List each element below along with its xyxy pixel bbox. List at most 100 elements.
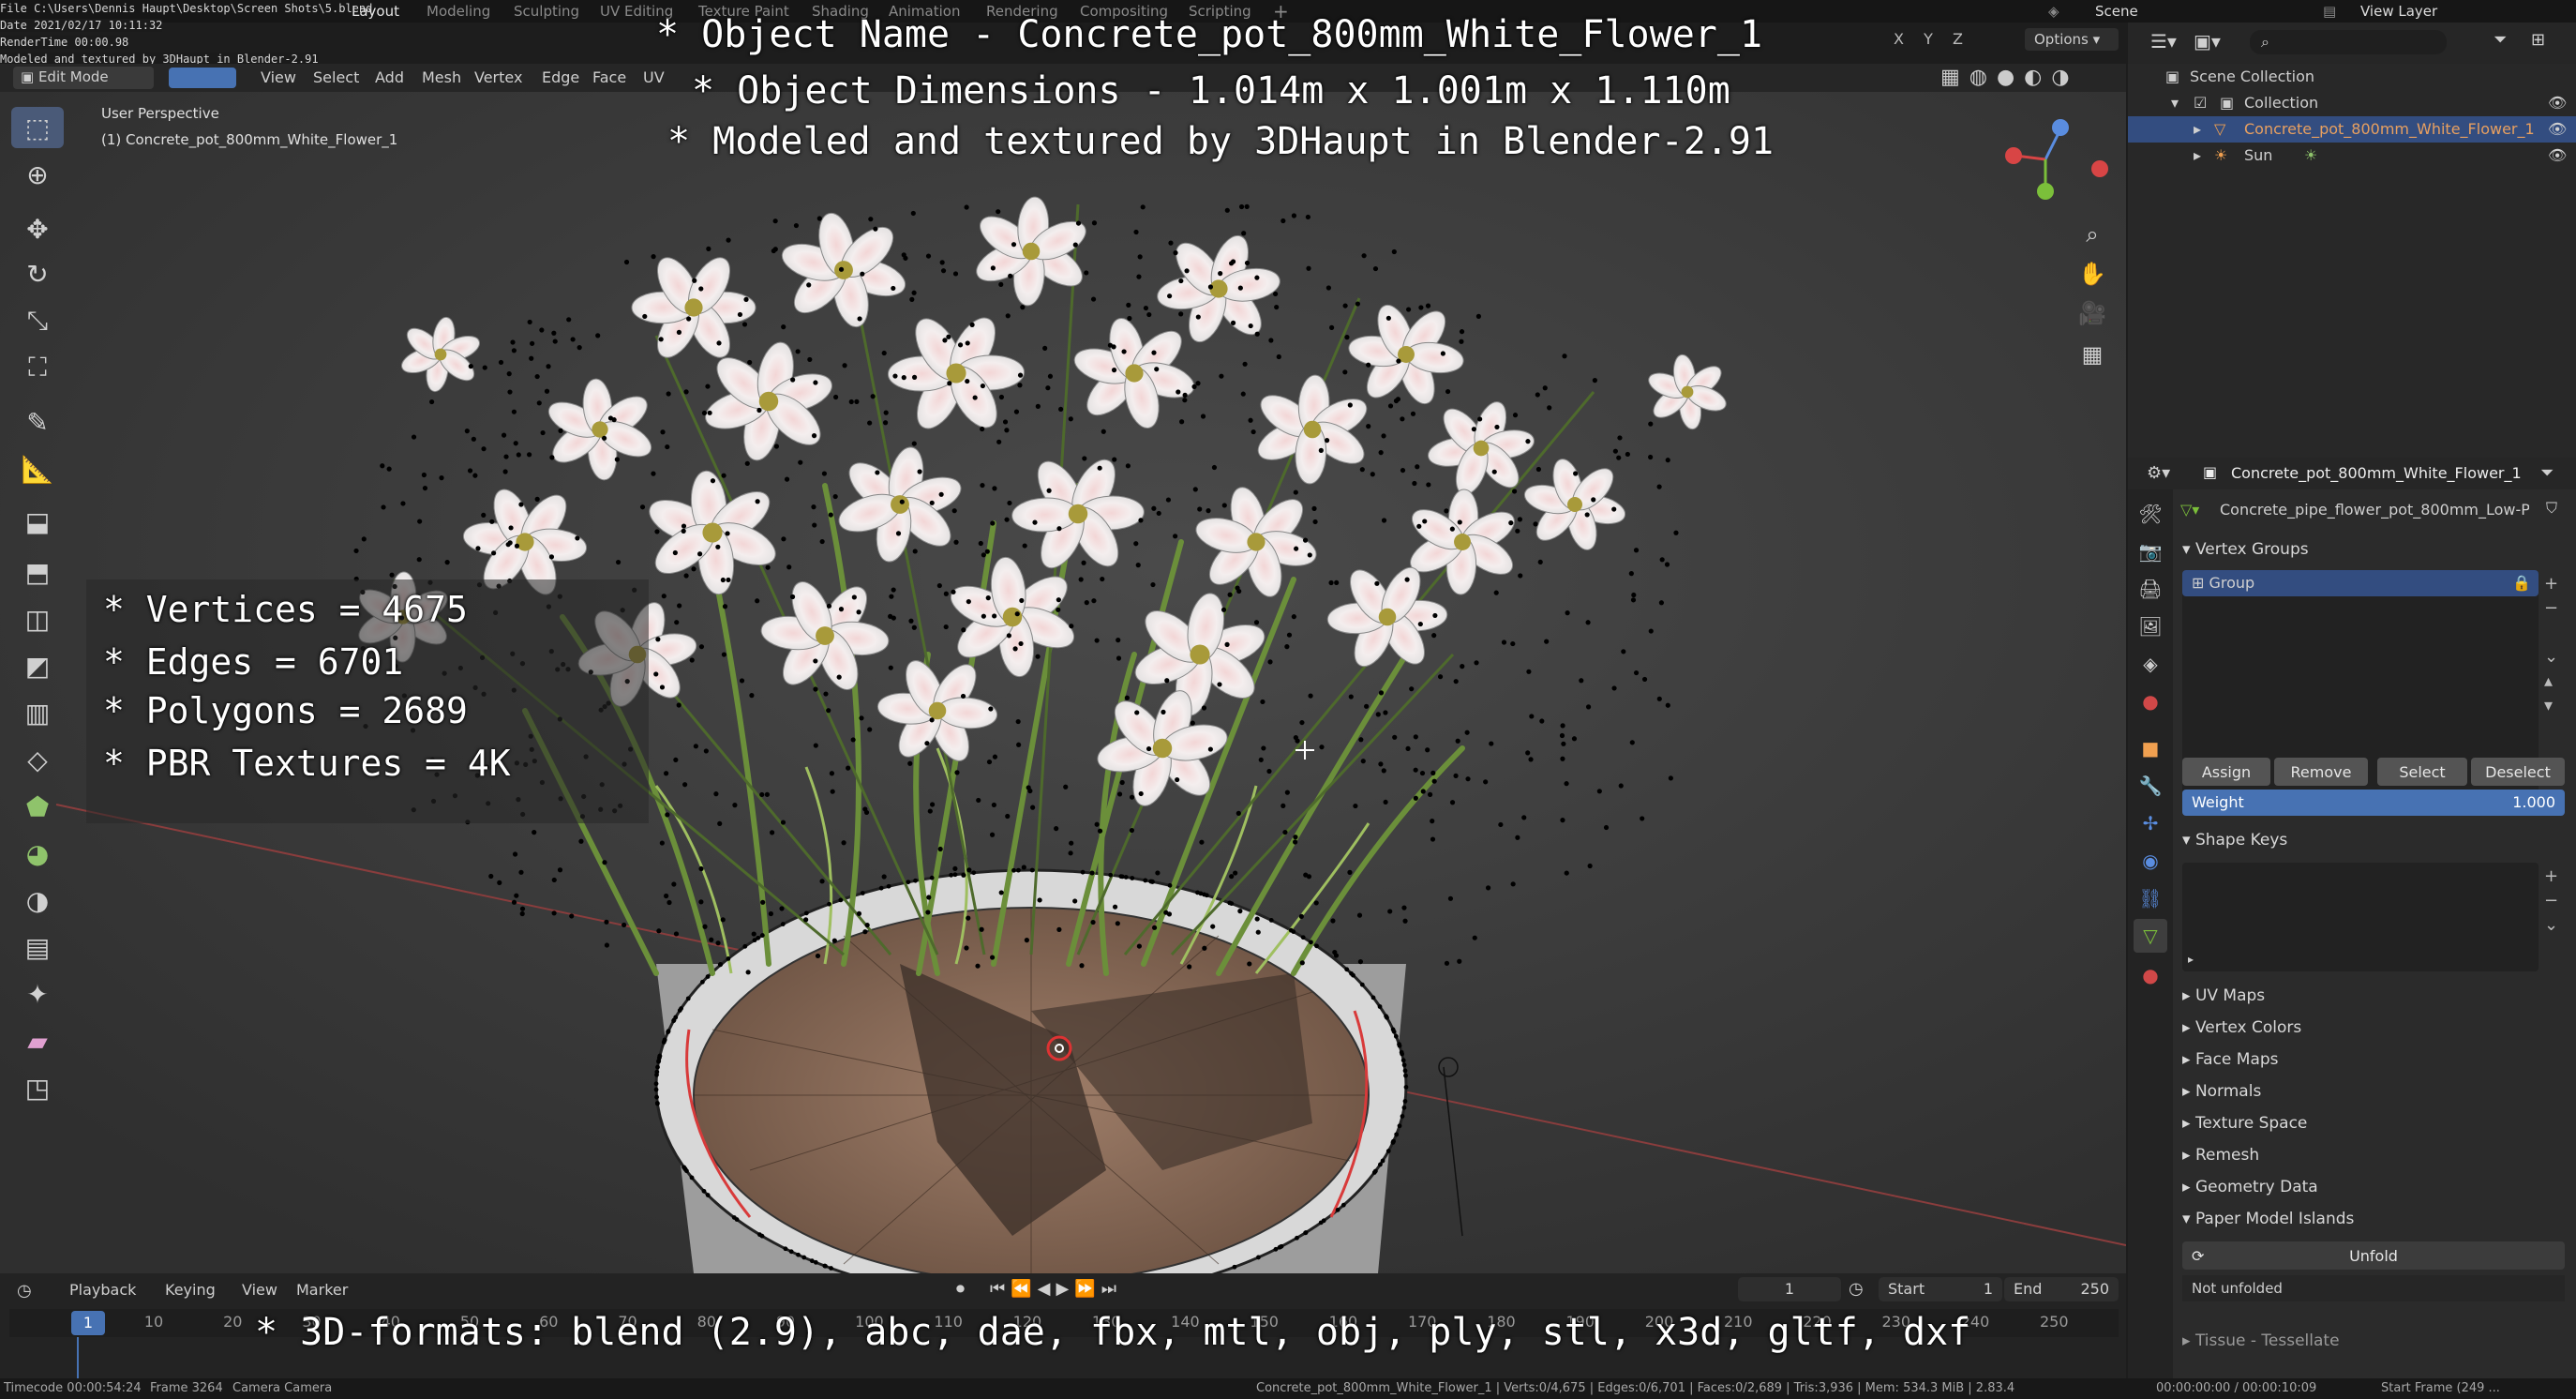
new-collection-icon[interactable]: ⊞ — [2531, 30, 2545, 50]
current-frame-field[interactable]: 1 — [1738, 1277, 1841, 1301]
display-mode-icon[interactable]: ☰▾ — [2150, 30, 2177, 53]
shading-buttons[interactable]: ▦◍●◐◑ — [1940, 66, 2079, 89]
vertex-groups-panel-header[interactable]: ▾ Vertex Groups — [2182, 540, 2567, 568]
menu-keying[interactable]: Keying — [165, 1281, 216, 1299]
collection-checkbox[interactable]: ☑ — [2194, 94, 2207, 112]
start-frame-field[interactable]: Start 1 — [1879, 1277, 2002, 1301]
end-frame-field[interactable]: End 250 — [2004, 1277, 2119, 1301]
menu-view[interactable]: View — [261, 68, 296, 86]
3d-viewport[interactable]: User Perspective (1) Concrete_pot_800mm_… — [0, 92, 2126, 1273]
bevel-tool-icon[interactable]: ◩ — [11, 645, 64, 686]
output-tab-icon[interactable]: 🖨 — [2134, 572, 2167, 606]
shear-tool-icon[interactable]: ▰ — [11, 1020, 64, 1061]
menu-uv[interactable]: UV — [643, 68, 665, 86]
camera-view-icon[interactable]: 🎥 — [2075, 296, 2109, 330]
mode-dropdown[interactable]: ▣ Edit Mode — [13, 67, 154, 89]
filter-icon[interactable]: ⏷ — [2494, 30, 2507, 50]
vertex-group-item[interactable]: ⊞ Group 🔒 — [2182, 570, 2539, 596]
pin-icon[interactable]: ⏷ — [2540, 463, 2554, 483]
annotate-tool-icon[interactable]: ✎ — [11, 401, 64, 443]
select-box-tool-icon[interactable]: ⬚ — [11, 107, 64, 148]
list-filter-icon[interactable]: ▸ — [2188, 953, 2194, 966]
panel-remesh[interactable]: ▸ Remesh — [2182, 1146, 2567, 1174]
smooth-tool-icon[interactable]: ◑ — [11, 880, 64, 921]
modifier-tab-icon[interactable]: 🔧 — [2134, 769, 2167, 803]
weight-slider[interactable]: Weight 1.000 — [2182, 790, 2565, 816]
menu-select[interactable]: Select — [313, 68, 359, 86]
panel-normals[interactable]: ▸ Normals — [2182, 1082, 2567, 1110]
outliner-row-pot-object[interactable]: ▸ ▽ Concrete_pot_800mm_White_Flower_1 👁 — [2128, 116, 2576, 143]
menu-playback[interactable]: Playback — [69, 1281, 136, 1299]
extrude-tool-icon[interactable]: ⬒ — [11, 551, 64, 593]
panel-face-maps[interactable]: ▸ Face Maps — [2182, 1050, 2567, 1078]
menu-mesh[interactable]: Mesh — [422, 68, 461, 86]
panel-texture-space[interactable]: ▸ Texture Space — [2182, 1114, 2567, 1142]
menu-marker[interactable]: Marker — [296, 1281, 348, 1299]
assign-button[interactable]: Assign — [2182, 758, 2270, 786]
particles-tab-icon[interactable]: ✢ — [2134, 806, 2167, 840]
move-tool-icon[interactable]: ✥ — [11, 208, 64, 249]
axis-y[interactable]: Y — [1924, 30, 1933, 48]
shrink-fatten-tool-icon[interactable]: ✦ — [11, 973, 64, 1015]
add-cube-tool-icon[interactable]: ⬓ — [11, 501, 64, 542]
scene-tab-icon[interactable]: ◈ — [2134, 647, 2167, 681]
visibility-eye-icon[interactable]: 👁 — [2548, 146, 2567, 164]
visibility-eye-icon[interactable]: 👁 — [2548, 94, 2567, 112]
vertex-group-side-buttons[interactable]: + − ⌄ ▴ ▾ — [2544, 572, 2558, 718]
menu-add[interactable]: Add — [375, 68, 404, 86]
view-layer-icon[interactable]: ▤ — [2323, 3, 2336, 20]
scene-name[interactable]: Scene — [2095, 3, 2138, 20]
menu-vertex[interactable]: Vertex — [474, 68, 522, 86]
view-layer-tab-icon[interactable]: 🖼 — [2134, 609, 2167, 643]
constraints-tab-icon[interactable]: ⛓ — [2134, 881, 2167, 915]
menu-face[interactable]: Face — [592, 68, 626, 86]
physics-tab-icon[interactable]: ◉ — [2134, 844, 2167, 878]
outliner-row-collection[interactable]: ▾ ☑ ▣ Collection 👁 — [2128, 90, 2576, 116]
outliner-row-scene-collection[interactable]: ▣ Scene Collection — [2128, 64, 2576, 90]
spin-tool-icon[interactable]: ◕ — [11, 833, 64, 874]
pan-hand-icon[interactable]: ✋ — [2075, 257, 2109, 291]
deselect-button[interactable]: Deselect — [2471, 758, 2565, 786]
material-tab-icon[interactable]: ● — [2134, 958, 2167, 992]
poly-build-tool-icon[interactable]: ⬟ — [11, 786, 64, 827]
panel-vertex-colors[interactable]: ▸ Vertex Colors — [2182, 1018, 2567, 1046]
measure-tool-icon[interactable]: 📐 — [11, 448, 64, 489]
scene-icon[interactable]: ◈ — [2048, 3, 2059, 20]
playback-controls-icon[interactable]: ⏮⏪◀▶⏩⏭ — [990, 1279, 1122, 1299]
panel-paper-model-islands[interactable]: ▾ Paper Model Islands — [2182, 1210, 2567, 1238]
mesh-data-tab-icon[interactable]: ▽ — [2134, 919, 2167, 953]
zoom-icon[interactable]: ⌕ — [2075, 218, 2109, 251]
select-mode-buttons[interactable] — [169, 68, 236, 88]
editor-type-icon[interactable]: ⚙▾ — [2147, 463, 2170, 483]
menu-edge[interactable]: Edge — [542, 68, 579, 86]
outliner-search-input[interactable]: ⌕ — [2250, 30, 2447, 54]
remove-button[interactable]: Remove — [2274, 758, 2368, 786]
fake-user-shield-icon[interactable]: ⛉ — [2546, 499, 2557, 518]
rip-region-tool-icon[interactable]: ◳ — [11, 1067, 64, 1108]
record-icon[interactable]: ⏺ — [956, 1279, 965, 1299]
tab-sculpting[interactable]: Sculpting — [514, 3, 579, 20]
inset-tool-icon[interactable]: ◫ — [11, 598, 64, 639]
cursor-tool-icon[interactable]: ⊕ — [11, 154, 64, 195]
view-layer-name[interactable]: View Layer — [2360, 3, 2437, 20]
filter-view-icon[interactable]: ▣▾ — [2194, 30, 2221, 53]
axis-x[interactable]: X — [1894, 30, 1904, 48]
axis-z[interactable]: Z — [1953, 30, 1963, 48]
knife-tool-icon[interactable]: ◇ — [11, 739, 64, 780]
preview-range-icon[interactable]: ◷ — [1849, 1279, 1864, 1299]
panel-geometry-data[interactable]: ▸ Geometry Data — [2182, 1178, 2567, 1206]
tab-modeling[interactable]: Modeling — [427, 3, 490, 20]
ortho-grid-icon[interactable]: ▦ — [2075, 338, 2109, 371]
expand-sun-icon[interactable]: ▸ — [2194, 146, 2201, 164]
editor-type-icon[interactable]: ◷ — [17, 1281, 32, 1301]
panel-uv-maps[interactable]: ▸ UV Maps — [2182, 986, 2567, 1015]
outliner-row-sun[interactable]: ▸ ☀ Sun ☀ 👁 — [2128, 143, 2576, 169]
scale-tool-icon[interactable]: ⤡ — [11, 300, 64, 341]
playhead[interactable]: 1 — [71, 1311, 105, 1335]
tool-tab-icon[interactable]: 🛠 — [2134, 497, 2167, 531]
options-dropdown[interactable]: Options ▾ — [2025, 28, 2119, 51]
expand-object-icon[interactable]: ▸ — [2194, 120, 2201, 138]
shape-keys-list[interactable]: ▸ — [2182, 863, 2539, 971]
select-button[interactable]: Select — [2377, 758, 2467, 786]
loop-cut-tool-icon[interactable]: ▥ — [11, 692, 64, 733]
